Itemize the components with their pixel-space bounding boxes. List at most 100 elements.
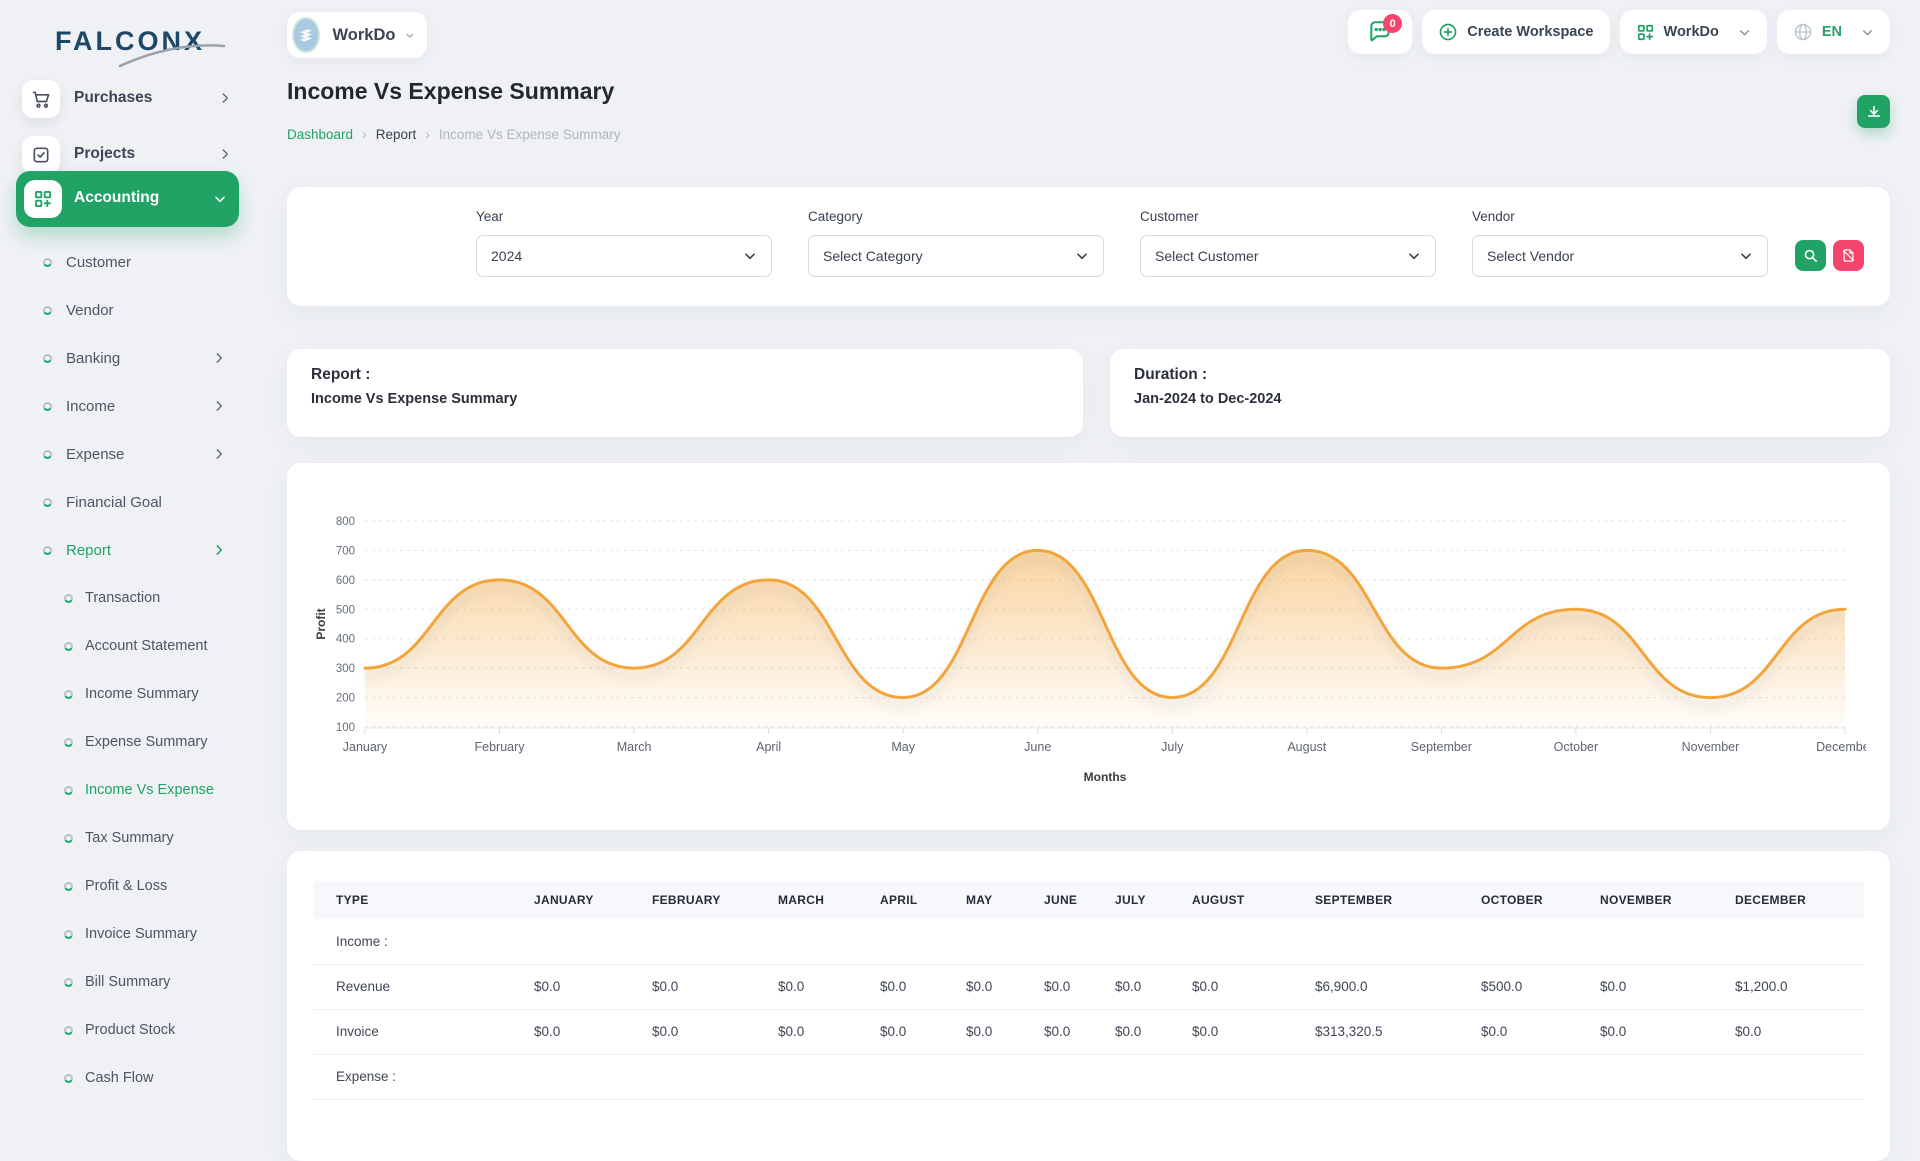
customer-label: Customer: [1140, 209, 1436, 224]
bullet-icon: [43, 546, 52, 555]
table-column-header: APRIL: [857, 881, 943, 919]
chevron-down-icon: [1407, 249, 1421, 263]
table-cell-value: $0.0: [857, 964, 943, 1009]
cart-icon: [22, 80, 60, 118]
svg-text:April: April: [756, 740, 781, 754]
sidebar-item-transaction[interactable]: Transaction: [0, 574, 260, 622]
bullet-icon: [43, 450, 52, 459]
table-cell-value: $0.0: [511, 1009, 629, 1054]
sidebar-item-label: Account Statement: [85, 638, 208, 654]
workdo-menu-button[interactable]: WorkDo: [1620, 10, 1767, 54]
sidebar-item-banking[interactable]: Banking: [0, 334, 260, 382]
sidebar-item-label: Expense Summary: [85, 734, 208, 750]
create-workspace-button[interactable]: Create Workspace: [1422, 10, 1609, 54]
sidebar-item-expense-summary[interactable]: Expense Summary: [0, 718, 260, 766]
breadcrumb-report[interactable]: Report: [376, 127, 417, 142]
download-report-button[interactable]: [1857, 95, 1890, 128]
bullet-icon: [43, 498, 52, 507]
sidebar-item-expense[interactable]: Expense: [0, 430, 260, 478]
bullet-icon: [64, 930, 73, 939]
sidebar-item-label: Income: [66, 398, 115, 415]
vendor-select[interactable]: Select Vendor: [1472, 235, 1768, 277]
svg-text:100: 100: [336, 722, 355, 734]
table-cell-value: $500.0: [1458, 964, 1577, 1009]
sidebar-item-product-stock[interactable]: Product Stock: [0, 1006, 260, 1054]
table-cell-value: $0.0: [1577, 964, 1712, 1009]
sidebar-item-bill-summary[interactable]: Bill Summary: [0, 958, 260, 1006]
chevron-down-icon: [405, 29, 415, 42]
apps-icon: [24, 180, 62, 218]
sidebar-item-label: Product Stock: [85, 1022, 175, 1038]
falconx-logo[interactable]: FALCONX: [0, 26, 260, 57]
bullet-icon: [43, 258, 52, 267]
table-cell-value: $0.0: [943, 964, 1021, 1009]
table-column-header: SEPTEMBER: [1292, 881, 1458, 919]
svg-text:600: 600: [336, 575, 355, 587]
sidebar-item-profit-loss[interactable]: Profit & Loss: [0, 862, 260, 910]
table-column-header: MARCH: [755, 881, 857, 919]
sidebar-item-income[interactable]: Income: [0, 382, 260, 430]
search-icon: [1803, 248, 1818, 263]
sidebar-item-label: Transaction: [85, 590, 160, 606]
svg-text:January: January: [343, 740, 388, 754]
sidebar-item-label: Customer: [66, 254, 131, 271]
report-summary-card: Report : Income Vs Expense Summary: [287, 349, 1083, 437]
table-header-row: TYPEJANUARYFEBRUARYMARCHAPRILMAYJUNEJULY…: [313, 881, 1864, 919]
chevron-right-icon: [212, 399, 226, 413]
table-column-header: JULY: [1092, 881, 1169, 919]
category-select[interactable]: Select Category: [808, 235, 1104, 277]
table-cell-value: $0.0: [629, 1009, 755, 1054]
sidebar-item-cash-flow[interactable]: Cash Flow: [0, 1054, 260, 1102]
svg-text:200: 200: [336, 693, 355, 705]
sidebar: FALCONX Purchases Projects Accounting Cu…: [0, 0, 260, 1080]
table-cell-value: $0.0: [1092, 964, 1169, 1009]
chevron-right-icon: [218, 147, 232, 161]
table-column-header: OCTOBER: [1458, 881, 1577, 919]
reset-filter-button[interactable]: [1833, 240, 1864, 271]
globe-icon: [1793, 22, 1813, 42]
sidebar-item-accounting[interactable]: Accounting: [16, 171, 239, 227]
sidebar-item-invoice-summary[interactable]: Invoice Summary: [0, 910, 260, 958]
svg-text:500: 500: [336, 604, 355, 616]
customer-select[interactable]: Select Customer: [1140, 235, 1436, 277]
table-column-header: NOVEMBER: [1577, 881, 1712, 919]
apply-filter-button[interactable]: [1795, 240, 1826, 271]
svg-text:December: December: [1816, 740, 1866, 754]
sidebar-item-report[interactable]: Report: [0, 526, 260, 574]
breadcrumb-dashboard[interactable]: Dashboard: [287, 127, 353, 142]
sidebar-item-customer[interactable]: Customer: [0, 238, 260, 286]
vendor-label: Vendor: [1472, 209, 1768, 224]
profit-area-chart[interactable]: 800700600500400300200100JanuaryFebruaryM…: [311, 487, 1866, 812]
category-label: Category: [808, 209, 1104, 224]
sidebar-item-purchases[interactable]: Purchases: [16, 76, 244, 122]
table-cell-value: $0.0: [511, 964, 629, 1009]
duration-card-value: Jan-2024 to Dec-2024: [1134, 391, 1866, 407]
bullet-icon: [43, 402, 52, 411]
sidebar-item-account-statement[interactable]: Account Statement: [0, 622, 260, 670]
income-expense-table: TYPEJANUARYFEBRUARYMARCHAPRILMAYJUNEJULY…: [313, 881, 1864, 1100]
bullet-icon: [64, 978, 73, 987]
sidebar-item-vendor[interactable]: Vendor: [0, 286, 260, 334]
table-row-expense: Expense :: [313, 1054, 1864, 1099]
chevron-right-icon: [212, 543, 226, 557]
workspace-switcher[interactable]: WorkDo: [287, 12, 427, 58]
plus-circle-icon: [1438, 22, 1458, 42]
language-selector[interactable]: EN: [1777, 10, 1890, 54]
bullet-icon: [43, 354, 52, 363]
breadcrumb: Dashboard › Report › Income Vs Expense S…: [287, 126, 621, 142]
svg-text:March: March: [617, 740, 652, 754]
breadcrumb-current: Income Vs Expense Summary: [439, 127, 621, 142]
sidebar-item-financial-goal[interactable]: Financial Goal: [0, 478, 260, 526]
messages-button[interactable]: 0: [1348, 10, 1412, 54]
sidebar-item-income-vs-expense[interactable]: Income Vs Expense: [0, 766, 260, 814]
bullet-icon: [64, 1026, 73, 1035]
duration-summary-card: Duration : Jan-2024 to Dec-2024: [1110, 349, 1890, 437]
year-select[interactable]: 2024: [476, 235, 772, 277]
sidebar-item-tax-summary[interactable]: Tax Summary: [0, 814, 260, 862]
table-column-header: JUNE: [1021, 881, 1092, 919]
svg-text:800: 800: [336, 516, 355, 528]
svg-text:300: 300: [336, 663, 355, 675]
svg-text:September: September: [1411, 740, 1472, 754]
table-cell-value: $313,320.5: [1292, 1009, 1458, 1054]
sidebar-item-income-summary[interactable]: Income Summary: [0, 670, 260, 718]
